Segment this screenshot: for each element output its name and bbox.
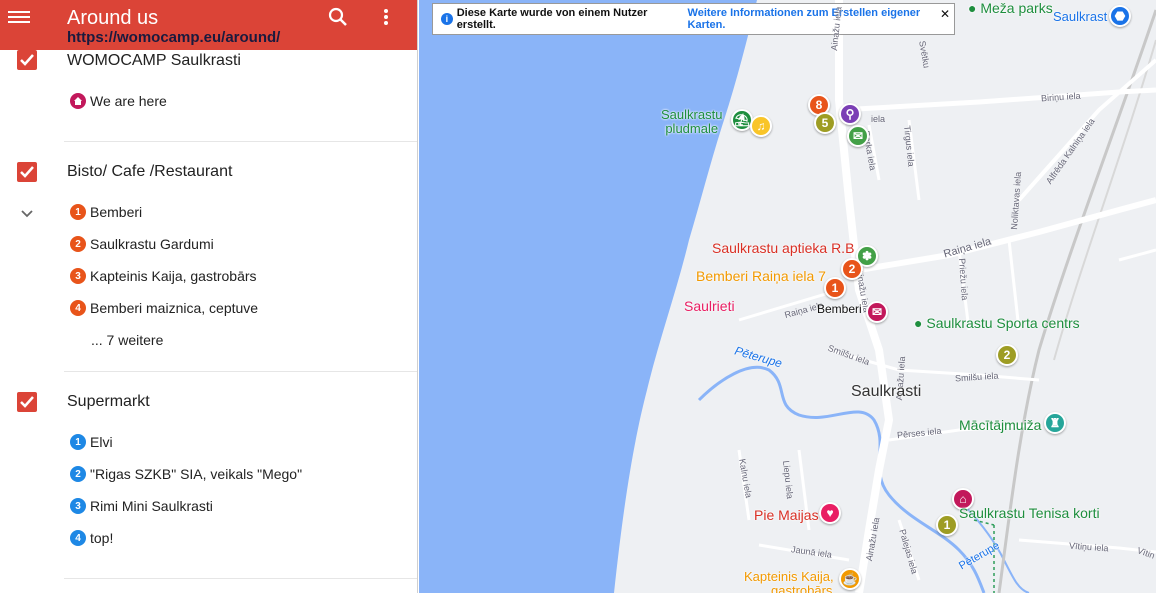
list-item-restaurant[interactable]: 2 Saulkrastu Gardumi [70, 234, 214, 254]
poi-aptieka[interactable]: Saulkrastu aptieka R.B [712, 240, 854, 256]
marker-badge: 1 [70, 204, 86, 220]
poi-kapteinis-2[interactable]: gastrobārs [771, 583, 832, 593]
poi-kapteinis[interactable]: Kapteinis Kaija, [744, 569, 834, 584]
divider [64, 578, 417, 579]
list-item-label: Elvi [90, 434, 113, 450]
layer-checkbox-restaurant[interactable] [17, 162, 37, 182]
layer-title-supermarkt: Supermarkt [67, 393, 150, 410]
info-icon: i [441, 13, 453, 25]
shop-pin[interactable]: 1 [936, 514, 958, 536]
app-header: Around us https://womocamp.eu/around/ [0, 0, 417, 50]
list-item-supermarkt[interactable]: 1 Elvi [70, 432, 113, 452]
list-item-restaurant[interactable]: 4 Bemberi maiznica, ceptuve [70, 298, 258, 318]
bell-icon[interactable]: ♫ [750, 115, 772, 137]
poi-saulkrasti-station[interactable]: Saulkrast [1053, 9, 1107, 24]
bicycle-icon[interactable]: ⚲ [839, 103, 861, 125]
layer-title-womocamp: WOMOCAMP Saulkrasti [67, 52, 241, 69]
close-icon[interactable]: ✕ [940, 7, 950, 21]
green-pin-icon: ● [968, 0, 977, 16]
poi-tenisa-korti[interactable]: Saulkrastu Tenisa korti [959, 505, 1100, 521]
sidebar: Around us https://womocamp.eu/around/ WO… [0, 0, 418, 593]
list-item-we-are-here[interactable]: We are here [70, 91, 167, 111]
marker-badge: 4 [70, 300, 86, 316]
more-options-icon[interactable] [380, 9, 392, 29]
poi-bemberi[interactable]: Bemberi [817, 302, 862, 316]
poi-label: Meža parks [980, 0, 1053, 16]
marker-badge: 3 [70, 268, 86, 284]
shop-pin[interactable]: 2 [996, 344, 1018, 366]
poi-macitajmuiza[interactable]: Mācītājmuiža [959, 417, 1041, 433]
app-title: Around us [67, 7, 159, 29]
list-item-restaurant[interactable]: 3 Kapteinis Kaija, gastrobārs [70, 266, 257, 286]
layer-checkbox-supermarkt[interactable] [17, 392, 37, 412]
home-icon [70, 93, 86, 109]
train-station-icon[interactable]: ⬣ [1109, 5, 1131, 27]
mail-icon[interactable]: ✉ [847, 125, 869, 147]
map-canvas[interactable]: i Diese Karte wurde von einem Nutzer ers… [419, 0, 1156, 593]
restaurant-pin[interactable]: 1 [824, 277, 846, 299]
list-item-label: Kapteinis Kaija, gastrobārs [90, 268, 257, 284]
app-url-link[interactable]: https://womocamp.eu/around/ [67, 30, 280, 46]
bed-icon[interactable]: ♥ [819, 502, 841, 524]
list-item-label: top! [90, 530, 114, 546]
poi-label: Saulkrastu Sporta centrs [926, 315, 1080, 331]
restaurant-pin[interactable]: 2 [841, 258, 863, 280]
list-item-label: We are here [90, 93, 167, 109]
marker-badge: 1 [70, 434, 86, 450]
marker-badge: 2 [70, 236, 86, 252]
restaurant-pin[interactable]: ☕ [839, 568, 861, 590]
divider [64, 371, 417, 372]
list-item-restaurant[interactable]: 1 Bemberi [70, 202, 142, 222]
green-pin-icon: ● [914, 315, 923, 331]
search-icon[interactable] [328, 7, 350, 29]
poi-saulrieti[interactable]: Saulrieti [684, 298, 735, 314]
list-item-supermarkt[interactable]: 4 top! [70, 528, 113, 548]
poi-beach[interactable]: Saulkrastu pludmale [661, 108, 722, 136]
menu-icon[interactable] [8, 8, 30, 28]
marker-badge: 4 [70, 530, 86, 546]
shop-pin[interactable]: 5 [814, 112, 836, 134]
town-label: Saulkrasti [851, 383, 922, 400]
show-more-link[interactable]: ... 7 weitere [91, 332, 163, 348]
landmark-icon[interactable]: ♜ [1044, 412, 1066, 434]
list-item-label: Saulkrastu Gardumi [90, 236, 214, 252]
poi-pie-maijas[interactable]: Pie Maijas [754, 507, 819, 523]
marker-badge: 3 [70, 498, 86, 514]
poi-bemberi-raina[interactable]: Bemberi Raiņa iela 7 [696, 268, 826, 284]
info-banner: i Diese Karte wurde von einem Nutzer ers… [432, 3, 955, 35]
divider [64, 141, 417, 142]
list-item-supermarkt[interactable]: 2 "Rigas SZKB" SIA, veikals "Mego" [70, 464, 302, 484]
poi-meza-parks[interactable]: ● Meža parks [968, 0, 1053, 16]
list-item-supermarkt[interactable]: 3 Rimi Mini Saulkrasti [70, 496, 213, 516]
mail-icon[interactable]: ✉ [866, 301, 888, 323]
list-item-label: "Rigas SZKB" SIA, veikals "Mego" [90, 466, 303, 482]
info-link[interactable]: Weitere Informationen zum Erstellen eige… [688, 7, 954, 31]
marker-badge: 2 [70, 466, 86, 482]
layer-checkbox-womocamp[interactable] [17, 50, 37, 70]
list-item-label: Bemberi [90, 204, 143, 220]
layer-title-restaurant: Bisto/ Cafe /Restaurant [67, 163, 233, 180]
chevron-down-icon[interactable] [20, 206, 34, 218]
poi-sporta-centrs[interactable]: ● Saulkrastu Sporta centrs [914, 315, 1080, 331]
list-item-label: Rimi Mini Saulkrasti [90, 498, 213, 514]
street-label: iela [871, 114, 886, 124]
list-item-label: Bemberi maiznica, ceptuve [90, 300, 259, 316]
info-text: Diese Karte wurde von einem Nutzer erste… [456, 7, 648, 31]
